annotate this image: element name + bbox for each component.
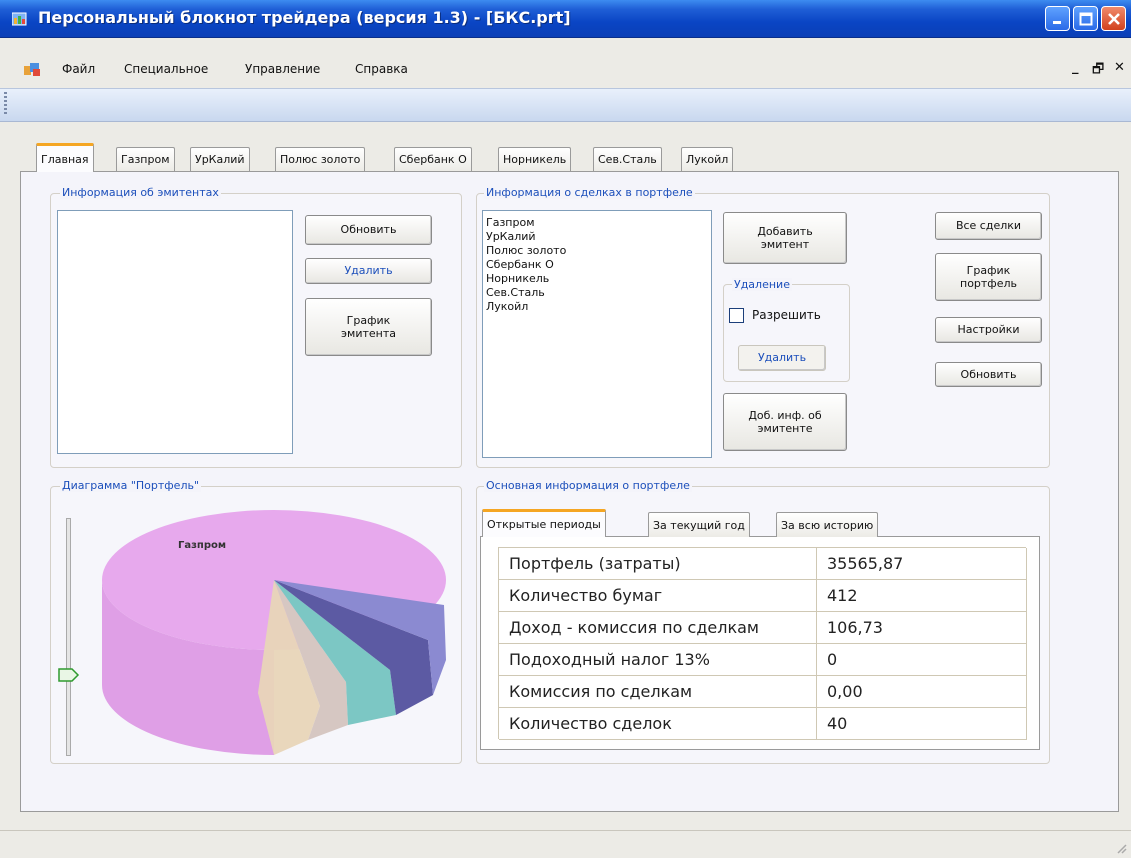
tab-polyus[interactable]: Полюс золото [275,147,366,171]
mdi-close-button[interactable]: ✕ [1114,60,1125,75]
table-row-label: Комиссия по сделкам [499,676,817,708]
table-row-value: 412 [817,580,1027,612]
delete-subgroup-label: Удаление [732,278,792,291]
tab-sberbank[interactable]: Сбербанк О [394,147,472,171]
summary-table: Портфель (затраты) 35565,87 Количество б… [498,547,1027,740]
all-deals-button[interactable]: Все сделки [935,212,1042,240]
add-emitter-info-button[interactable]: Доб. инф. об эмитенте [723,393,847,451]
tab-current-year[interactable]: За текущий год [648,512,750,537]
minimize-button[interactable] [1045,6,1070,31]
deals-group-label: Информация о сделках в портфеле [484,186,695,199]
deals-listbox[interactable]: Газпром УрКалий Полюс золото Сбербанк О … [482,210,712,458]
emitters-group-label: Информация об эмитентах [60,186,221,199]
tab-nornickel[interactable]: Норникель [498,147,572,171]
tab-open-periods[interactable]: Открытые периоды [482,509,606,537]
list-item[interactable]: Норникель [483,272,711,286]
table-row-label: Доход - комиссия по сделкам [499,612,817,644]
portfolio-refresh-button[interactable]: Обновить [935,362,1042,387]
pie-slice-label: Газпром [178,540,227,551]
list-item[interactable]: УрКалий [483,230,711,244]
list-item[interactable]: Газпром [483,216,711,230]
settings-button[interactable]: Настройки [935,317,1042,343]
tab-uralkali[interactable]: УрКалий [190,147,250,171]
maximize-button[interactable] [1073,6,1098,31]
table-row-label: Количество сделок [499,708,817,740]
list-item[interactable]: Полюс золото [483,244,711,258]
table-row-value: 106,73 [817,612,1027,644]
mdi-restore-button[interactable]: 🗗 [1092,60,1104,82]
toolbar [0,88,1131,122]
minimize-icon [1052,20,1061,24]
tab-gazprom[interactable]: Газпром [116,147,175,171]
close-button[interactable] [1101,6,1126,31]
table-row-label: Подоходный налог 13% [499,644,817,676]
list-item[interactable]: Сев.Сталь [483,286,711,300]
tab-main[interactable]: Главная [36,143,94,172]
app-icon [11,11,30,28]
table-row-label: Портфель (затраты) [499,548,817,580]
menu-help[interactable]: Справка [355,62,408,76]
resize-grip-icon[interactable] [1115,842,1127,854]
add-emitter-button[interactable]: Добавить эмитент [723,212,847,264]
deals-delete-button[interactable]: Удалить [738,345,826,371]
emitters-listbox[interactable] [57,210,293,454]
table-row-value: 40 [817,708,1027,740]
tab-lukoil[interactable]: Лукойл [681,147,734,171]
menu-file[interactable]: Файл [62,62,95,76]
toolbar-grip[interactable] [4,92,7,114]
table-row-label: Количество бумаг [499,580,817,612]
rotation-slider-handle[interactable] [58,668,80,682]
emitters-delete-button[interactable]: Удалить [305,258,432,284]
tab-sevstal[interactable]: Сев.Сталь [593,147,662,171]
mdi-document-icon[interactable] [24,62,44,78]
tab-all-history[interactable]: За всю историю [776,512,879,537]
portfolio-chart-button[interactable]: График портфель [935,253,1042,301]
close-icon [1107,12,1120,25]
table-row-value: 35565,87 [817,548,1027,580]
summary-group-label: Основная информация о портфеле [484,479,692,492]
allow-delete-checkbox[interactable] [729,308,744,323]
portfolio-pie-chart [98,510,448,760]
list-item[interactable]: Лукойл [483,300,711,314]
menu-special[interactable]: Специальное [124,62,208,76]
emitter-chart-button[interactable]: График эмитента [305,298,432,356]
rotation-slider-track[interactable] [66,518,71,756]
table-row-value: 0 [817,644,1027,676]
window-title: Персональный блокнот трейдера (версия 1.… [38,8,571,27]
mdi-minimize-button[interactable]: _ [1072,60,1079,75]
allow-delete-label: Разрешить [752,308,821,322]
diagram-group-label: Диаграмма "Портфель" [60,479,202,492]
menu-manage[interactable]: Управление [245,62,320,76]
status-bar [0,830,1131,858]
maximize-icon [1079,12,1092,25]
emitters-refresh-button[interactable]: Обновить [305,215,432,245]
table-row-value: 0,00 [817,676,1027,708]
list-item[interactable]: Сбербанк О [483,258,711,272]
